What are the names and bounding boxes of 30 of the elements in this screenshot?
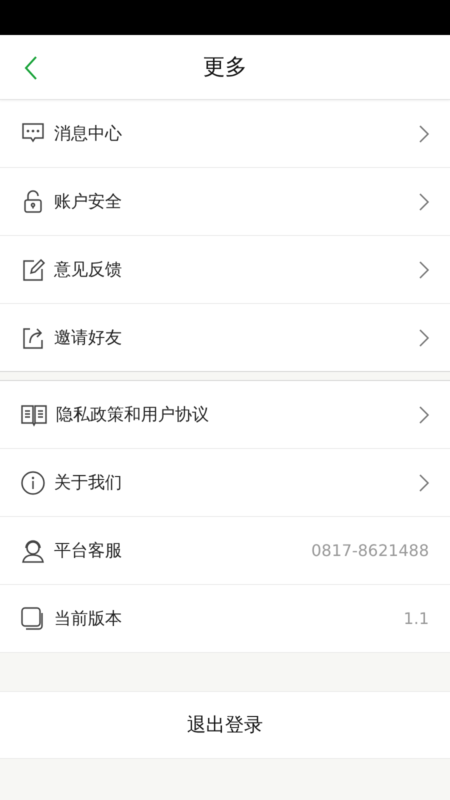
menu-item[interactable]: 消息中心 [0, 100, 450, 168]
chevron-right-icon [418, 124, 430, 144]
menu-item-label: 消息中心 [54, 123, 123, 145]
menu-item[interactable]: 平台客服 0817-8621488 [0, 517, 450, 585]
menu-item-value: 1.1 [404, 609, 429, 628]
menu-item-value: 0817-8621488 [311, 541, 429, 560]
menu-item[interactable]: 关于我们 [0, 449, 450, 517]
back-icon [24, 55, 38, 81]
logout-button[interactable]: 退出登录 [0, 691, 450, 759]
headset-person-icon [20, 538, 46, 564]
chevron-right-icon [418, 404, 430, 424]
page-title: 更多 [203, 54, 247, 82]
menu-item-label: 隐私政策和用户协议 [56, 404, 210, 426]
stacked-squares-icon [20, 606, 46, 632]
chevron-right-icon [418, 328, 430, 348]
menu-item-label: 平台客服 [54, 540, 123, 562]
chevron-right-icon [418, 192, 430, 212]
menu-item[interactable]: 隐私政策和用户协议 [0, 381, 450, 449]
menu-item-label: 邀请好友 [54, 327, 123, 349]
chevron-right-icon [418, 472, 430, 492]
menu-item-label: 意见反馈 [54, 259, 123, 281]
menu-item[interactable]: 意见反馈 [0, 236, 450, 304]
menu-item[interactable]: 当前版本 1.1 [0, 585, 450, 652]
menu-item-label: 关于我们 [54, 472, 123, 494]
menu-item-label: 账户安全 [54, 191, 123, 213]
info-icon [20, 470, 46, 496]
menu-item[interactable]: 邀请好友 [0, 304, 450, 371]
menu-item[interactable]: 账户安全 [0, 168, 450, 236]
chevron-right-icon [418, 260, 430, 280]
menu-item-label: 当前版本 [54, 608, 123, 630]
